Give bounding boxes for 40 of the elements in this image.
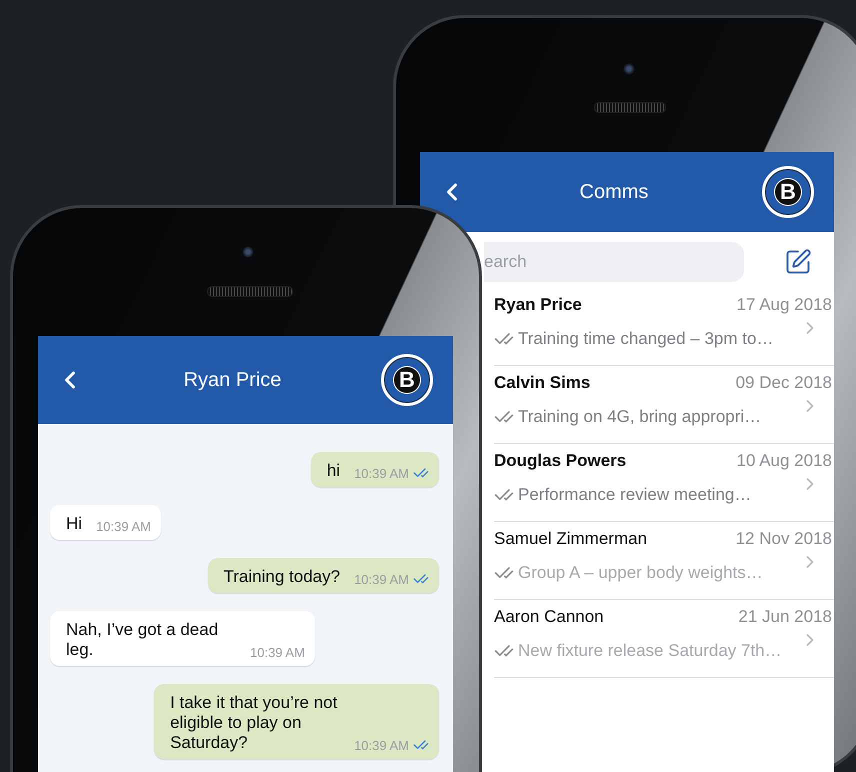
message-date: 09 Dec 2018 <box>736 373 832 393</box>
contact-name: Douglas Powers <box>494 451 626 471</box>
message-time: 10:39 AM <box>354 738 409 752</box>
message-preview: Performance review meeting… <box>518 485 752 505</box>
message-time: 10:39 AM <box>354 466 409 480</box>
contact-name: Ryan Price <box>494 295 582 315</box>
message-preview: Training time changed – 3pm to… <box>518 329 774 349</box>
club-logo: B <box>381 354 433 406</box>
speaker-icon <box>594 102 666 113</box>
contact-name: Calvin Sims <box>494 373 590 393</box>
conversation-row[interactable]: Samuel Zimmerman 12 Nov 2018 Group A – upper body weights… <box>494 522 834 600</box>
screen-title: Comms <box>578 180 650 204</box>
message-text: Training today? <box>224 567 340 587</box>
screen-title: Ryan Price <box>182 368 282 392</box>
conversation-row[interactable]: Aaron Cannon 21 Jun 2018 New fixture release Saturday 7th… <box>494 600 834 678</box>
club-logo: B <box>762 166 814 218</box>
search-field[interactable]: earch <box>484 242 744 282</box>
message-text: Hi <box>66 514 82 534</box>
conversation-row[interactable]: Ryan Price 17 Aug 2018 Training time changed – 3pm to… <box>494 288 834 366</box>
message-preview: Training on 4G, bring appropri… <box>518 407 762 427</box>
message-date: 17 Aug 2018 <box>736 295 832 315</box>
compose-button[interactable] <box>784 248 812 276</box>
message-date: 21 Jun 2018 <box>738 607 832 627</box>
message-text: I take it that you’re not eligible to play on Saturday? <box>170 693 338 753</box>
message-text: Nah, I’ve got a dead leg. <box>66 620 220 660</box>
message-time: 10:39 AM <box>96 519 151 534</box>
conversation-row[interactable]: Calvin Sims 09 Dec 2018 Training on 4G, bring appropri… <box>494 366 834 444</box>
message-time: 10:39 AM <box>250 645 305 660</box>
message-date: 12 Nov 2018 <box>736 529 832 549</box>
message-preview: New fixture release Saturday 7th… <box>518 641 782 661</box>
contact-name: Aaron Cannon <box>494 607 604 627</box>
contact-name: Samuel Zimmerman <box>494 529 648 549</box>
message-time: 10:39 AM <box>354 572 409 586</box>
conversation-row[interactable]: Douglas Powers 10 Aug 2018 Performance review meeting… <box>494 444 834 522</box>
speaker-icon <box>207 286 293 297</box>
message-preview: Group A – upper body weights… <box>518 563 763 583</box>
camera-icon <box>622 62 636 76</box>
message-text: hi <box>326 461 340 481</box>
message-date: 10 Aug 2018 <box>736 451 832 471</box>
camera-icon <box>241 245 255 259</box>
